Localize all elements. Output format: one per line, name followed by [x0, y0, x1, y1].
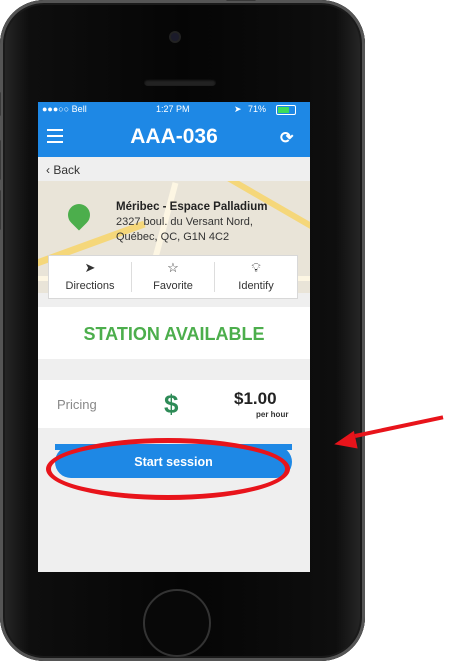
battery-icon — [276, 105, 296, 115]
map-pin-icon — [63, 199, 95, 231]
front-camera — [171, 33, 179, 41]
phone-frame: ●●●○○ Bell 1:27 PM ➤ 71% AAA-036 ⟳ ‹ Bac… — [0, 0, 365, 661]
pricing-label: Pricing — [57, 397, 97, 412]
page-title: AAA-036 — [130, 125, 218, 148]
battery-level — [278, 107, 289, 113]
price-unit: per hour — [256, 410, 289, 419]
dollar-icon: $ — [164, 389, 179, 419]
favorite-label: Favorite — [153, 280, 193, 292]
power-button — [226, 0, 256, 1]
battery-percent: 71% — [248, 104, 267, 114]
lightbulb-icon: 💡︎ — [251, 260, 261, 275]
availability-panel: STATION AVAILABLE — [38, 307, 310, 359]
identify-button[interactable]: 💡︎ Identify — [215, 256, 297, 298]
availability-status: STATION AVAILABLE — [83, 324, 265, 344]
navigation-arrow-icon: ➤ — [84, 260, 96, 275]
location-arrow-icon: ➤ — [234, 104, 242, 114]
status-bar: ●●●○○ Bell 1:27 PM ➤ 71% — [38, 102, 310, 116]
back-label: Back — [53, 163, 81, 177]
earpiece-speaker — [144, 79, 216, 86]
pricing-panel: Pricing $ $1.00 per hour — [38, 380, 310, 428]
station-actions: ➤ Directions ☆ Favorite 💡︎ Identify — [48, 255, 298, 299]
back-button[interactable]: ‹ Back — [46, 163, 80, 177]
carrier: ●●●○○ Bell — [42, 104, 87, 114]
station-address-line1: 2327 boul. du Versant Nord, — [116, 216, 253, 228]
phone-screen: ●●●○○ Bell 1:27 PM ➤ 71% AAA-036 ⟳ ‹ Bac… — [38, 102, 310, 572]
station-address-line2: Québec, QC, G1N 4C2 — [116, 231, 230, 243]
directions-label: Directions — [65, 280, 115, 292]
favorite-button[interactable]: ☆ Favorite — [132, 256, 214, 298]
star-icon: ☆ — [167, 260, 179, 275]
nav-bar: AAA-036 ⟳ — [38, 116, 310, 157]
mute-switch — [0, 92, 1, 116]
refresh-icon[interactable]: ⟳ — [280, 128, 293, 148]
identify-label: Identify — [238, 280, 274, 292]
directions-button[interactable]: ➤ Directions — [49, 256, 131, 298]
station-name: Méribec - Espace Palladium — [116, 201, 268, 213]
home-button[interactable] — [143, 589, 211, 657]
price-amount: $1.00 — [234, 389, 277, 408]
chevron-left-icon: ‹ — [46, 163, 50, 177]
clock: 1:27 PM — [156, 104, 190, 114]
volume-up-button — [0, 140, 1, 180]
volume-down-button — [0, 190, 1, 230]
highlight-ellipse — [46, 438, 290, 500]
annotation-arrow-shaft — [354, 415, 444, 438]
